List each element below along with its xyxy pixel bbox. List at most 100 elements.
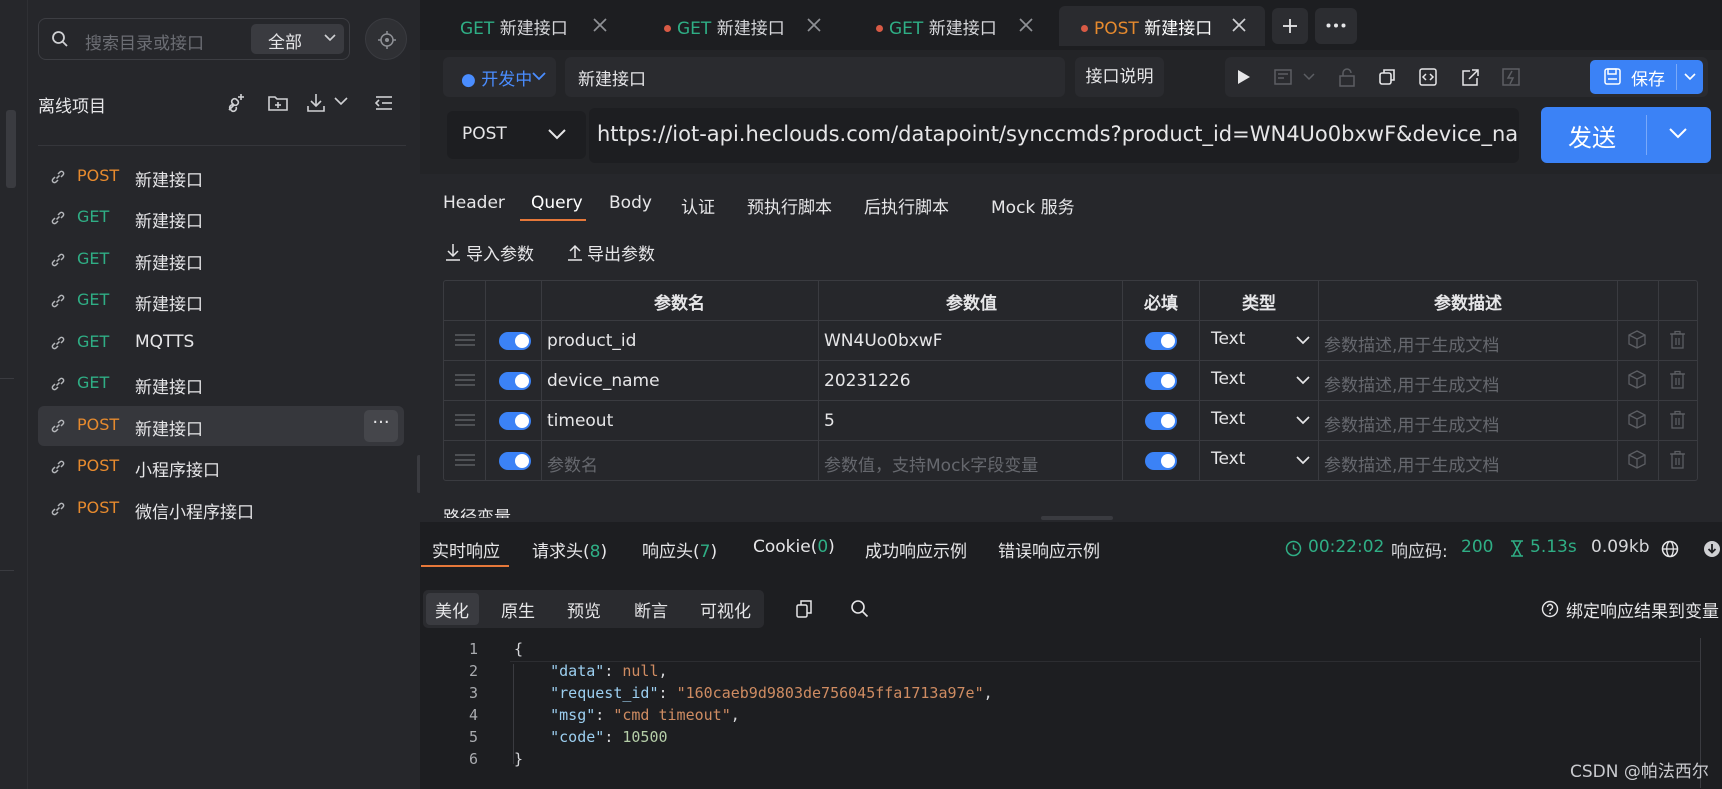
tab-get-1[interactable]: GET 新建接口 <box>436 6 620 46</box>
path-vars-heading[interactable]: 路径变量 ⌄ <box>443 506 531 518</box>
param-type[interactable]: Text <box>1211 449 1245 469</box>
import-params-button[interactable]: 导入参数 <box>445 240 534 265</box>
method-select[interactable]: POST <box>447 111 586 159</box>
cube-icon[interactable] <box>1628 410 1646 429</box>
tab-query[interactable]: Query <box>531 193 583 213</box>
view-pretty[interactable]: 美化 <box>435 597 469 622</box>
view-preview[interactable]: 预览 <box>567 597 601 622</box>
enable-toggle[interactable] <box>499 332 531 350</box>
collapse-menu-icon[interactable] <box>372 91 396 115</box>
save-button[interactable]: 保存 <box>1590 60 1703 94</box>
api-item[interactable]: POST 小程序接口 <box>38 447 404 487</box>
param-name[interactable]: timeout <box>547 411 613 431</box>
param-description[interactable]: 参数描述,用于生成文档 <box>1324 331 1499 356</box>
api-item[interactable]: POST 微信小程序接口 <box>38 489 404 529</box>
close-icon[interactable] <box>807 18 821 32</box>
param-name[interactable]: 参数名 <box>547 451 598 476</box>
cube-icon[interactable] <box>1628 330 1646 349</box>
param-description[interactable]: 参数描述,用于生成文档 <box>1324 411 1499 436</box>
trash-icon[interactable] <box>1669 450 1686 469</box>
url-input[interactable]: https://iot-api.heclouds.com/datapoint/s… <box>589 108 1519 163</box>
search-input[interactable]: 搜索目录或接口 <box>85 29 204 54</box>
scope-dropdown[interactable]: 全部 <box>251 24 344 54</box>
cube-icon[interactable] <box>1628 450 1646 469</box>
export-params-button[interactable]: 导出参数 <box>567 240 655 265</box>
required-toggle[interactable] <box>1145 372 1177 390</box>
param-name[interactable]: product_id <box>547 331 636 351</box>
api-item[interactable]: POST 新建接口 <box>38 157 404 197</box>
view-assert[interactable]: 断言 <box>634 597 668 622</box>
download-response-icon[interactable] <box>1703 540 1721 558</box>
tab-post-script[interactable]: 后执行脚本 <box>864 193 949 218</box>
api-item[interactable]: POST 新建接口 ··· <box>38 406 404 446</box>
tab-request-headers[interactable]: 请求头(8) <box>532 537 607 562</box>
param-value[interactable]: WN4Uo0bxwF <box>824 331 943 351</box>
new-tab-button[interactable] <box>1272 8 1308 44</box>
tab-body[interactable]: Body <box>609 193 652 213</box>
copy-icon[interactable] <box>1377 67 1397 87</box>
param-description[interactable]: 参数描述,用于生成文档 <box>1324 451 1499 476</box>
locate-button[interactable] <box>365 18 407 60</box>
tab-response-headers[interactable]: 响应头(7) <box>642 537 717 562</box>
chevron-down-icon[interactable] <box>1296 456 1310 465</box>
view-raw[interactable]: 原生 <box>501 597 535 622</box>
close-icon[interactable] <box>1232 18 1246 32</box>
tab-live-response[interactable]: 实时响应 <box>432 537 500 562</box>
chevron-down-icon[interactable] <box>1296 376 1310 385</box>
request-name-input[interactable]: 新建接口 <box>565 57 1065 97</box>
tab-cookie[interactable]: Cookie(0) <box>753 537 835 557</box>
bind-response-variable-button[interactable]: 绑定响应结果到变量 <box>1566 597 1719 622</box>
tabs-more-button[interactable] <box>1315 8 1357 44</box>
help-icon[interactable] <box>1541 600 1559 618</box>
share-icon[interactable] <box>1461 67 1481 87</box>
cube-icon[interactable] <box>1628 370 1646 389</box>
new-folder-icon[interactable] <box>266 91 290 115</box>
trash-icon[interactable] <box>1669 330 1686 349</box>
param-name[interactable]: device_name <box>547 371 660 391</box>
tab-success-example[interactable]: 成功响应示例 <box>865 537 967 562</box>
tab-get-2[interactable]: GET 新建接口 <box>648 6 832 46</box>
globe-icon[interactable] <box>1661 540 1679 558</box>
param-value[interactable]: 5 <box>824 411 835 431</box>
panel-resize-handle[interactable] <box>1041 516 1113 520</box>
trash-icon[interactable] <box>1669 410 1686 429</box>
run-icon[interactable] <box>1237 69 1251 85</box>
required-toggle[interactable] <box>1145 412 1177 430</box>
api-item[interactable]: GET 新建接口 <box>38 364 404 404</box>
tab-mock[interactable]: Mock 服务 <box>991 193 1075 218</box>
api-item[interactable]: GET 新建接口 <box>38 281 404 321</box>
api-item[interactable]: GET 新建接口 <box>38 240 404 280</box>
tab-get-3[interactable]: GET 新建接口 <box>860 6 1044 46</box>
tab-pre-script[interactable]: 预执行脚本 <box>747 193 832 218</box>
tab-error-example[interactable]: 错误响应示例 <box>998 537 1100 562</box>
search-box[interactable]: 搜索目录或接口 全部 <box>38 18 350 60</box>
enable-toggle[interactable] <box>499 412 531 430</box>
chevron-down-icon[interactable] <box>1684 73 1696 81</box>
drag-handle-icon[interactable] <box>455 414 475 426</box>
chevron-down-icon[interactable] <box>1296 336 1310 345</box>
chevron-down-icon[interactable] <box>1669 128 1687 139</box>
api-item[interactable]: GET 新建接口 <box>38 198 404 238</box>
required-toggle[interactable] <box>1145 332 1177 350</box>
param-value[interactable]: 20231226 <box>824 371 911 391</box>
close-icon[interactable] <box>593 18 607 32</box>
close-icon[interactable] <box>1019 18 1033 32</box>
search-icon[interactable] <box>850 599 869 618</box>
param-description[interactable]: 参数描述,用于生成文档 <box>1324 371 1499 396</box>
enable-toggle[interactable] <box>499 452 531 470</box>
tab-header[interactable]: Header <box>443 193 505 213</box>
enable-toggle[interactable] <box>499 372 531 390</box>
tab-post-active[interactable]: POST 新建接口 <box>1059 6 1265 46</box>
new-api-icon[interactable] <box>224 91 248 115</box>
drag-handle-icon[interactable] <box>455 374 475 386</box>
chevron-down-icon[interactable] <box>1296 416 1310 425</box>
trash-icon[interactable] <box>1669 370 1686 389</box>
param-type[interactable]: Text <box>1211 409 1245 429</box>
copy-icon[interactable] <box>795 599 813 619</box>
code-icon[interactable] <box>1418 67 1438 87</box>
api-description-button[interactable]: 接口说明 <box>1075 57 1164 97</box>
required-toggle[interactable] <box>1145 452 1177 470</box>
drag-handle-icon[interactable] <box>455 334 475 346</box>
param-value[interactable]: 参数值，支持Mock字段变量 <box>824 451 1038 476</box>
chevron-down-icon[interactable] <box>334 96 358 120</box>
